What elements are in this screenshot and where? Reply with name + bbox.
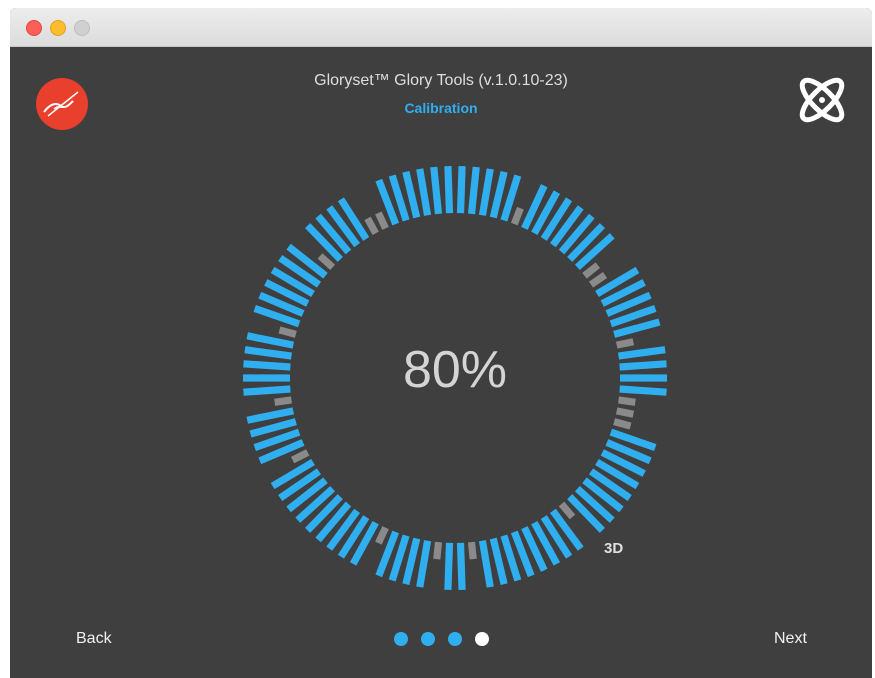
ring-segment-complete — [456, 165, 466, 214]
zoom-window-button[interactable] — [74, 20, 90, 36]
ring-segment-pending — [615, 407, 635, 418]
ring-segment-pending — [274, 396, 292, 406]
orbit-icon[interactable] — [792, 70, 852, 130]
ring-segment-pending — [510, 206, 524, 226]
ring-segment-complete — [478, 540, 494, 588]
back-button[interactable]: Back — [76, 630, 112, 648]
ring-segment-pending — [467, 541, 477, 560]
ring-segment-complete — [244, 346, 292, 360]
ring-segment-pending — [613, 418, 632, 430]
ring-segment-complete — [620, 374, 667, 382]
ring-segment-complete — [619, 385, 667, 396]
ring-segment-complete — [243, 360, 291, 371]
ring-segment-pending — [375, 211, 389, 230]
close-window-button[interactable] — [26, 20, 42, 36]
step-dot-current — [475, 632, 489, 646]
ring-segment-complete — [478, 168, 494, 216]
ring-segment-complete — [444, 165, 454, 214]
ring-segment-complete — [467, 166, 480, 215]
ring-segment-complete — [416, 540, 432, 588]
ring-segment-pending — [618, 396, 636, 406]
ring-segment-pending — [278, 326, 297, 338]
minimize-window-button[interactable] — [50, 20, 66, 36]
app-title: Gloryset™ Glory Tools (v.1.0.10-23) — [314, 72, 568, 89]
step-dot — [421, 632, 435, 646]
ring-segment-complete — [270, 458, 315, 490]
next-button[interactable]: Next — [774, 630, 807, 648]
ring-segment-complete — [430, 166, 443, 215]
step-dot — [394, 632, 408, 646]
ring-segment-complete — [243, 374, 290, 382]
ring-segment-complete — [416, 168, 432, 216]
progress-percentage: 80% — [402, 341, 508, 399]
ring-segment-pending — [615, 338, 635, 349]
ring-segment-pending — [375, 526, 389, 545]
ring-segment-complete — [619, 360, 667, 371]
app-window: Gloryset™ Glory Tools (v.1.0.10-23) Cali… — [10, 8, 872, 678]
page-subtitle: Calibration — [404, 100, 478, 116]
ring-segment-complete — [243, 385, 291, 396]
ring-segment-pending — [433, 541, 443, 560]
ring-segment-complete — [456, 542, 466, 591]
ring-segment-pending — [290, 449, 310, 464]
ring-segment-pending — [364, 216, 379, 236]
step-dot — [448, 632, 462, 646]
ring-segment-complete — [349, 520, 379, 566]
title-bar — [10, 8, 872, 47]
step-indicator — [394, 632, 489, 646]
ring-segment-complete — [444, 542, 454, 591]
mode-label: 3D — [604, 540, 624, 557]
ring-segment-complete — [618, 346, 666, 360]
